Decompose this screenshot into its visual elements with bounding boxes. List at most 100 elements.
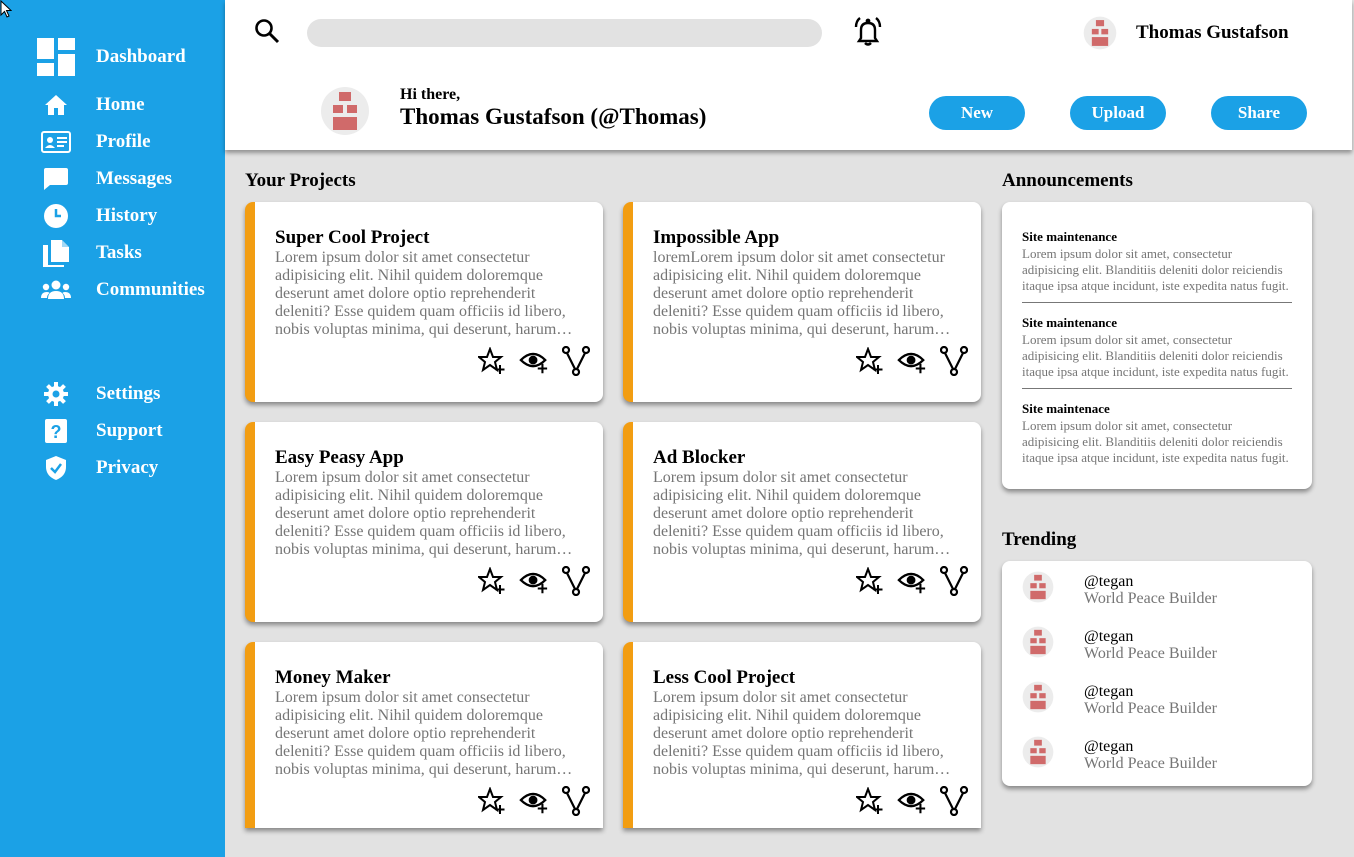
project-card[interactable]: Ad Blocker Lorem ipsum dolor sit amet con… <box>623 422 981 622</box>
sidebar-item-label: Dashboard <box>96 46 186 67</box>
avatar[interactable] <box>1083 16 1117 50</box>
new-button[interactable]: New <box>929 96 1025 130</box>
share-button[interactable]: Share <box>1211 96 1307 130</box>
eye-plus-icon[interactable] <box>897 566 927 596</box>
star-plus-icon[interactable] <box>477 566 507 596</box>
help-icon: ? <box>40 416 72 446</box>
sidebar-item-label: Communities <box>96 279 205 300</box>
header-username[interactable]: Thomas Gustafson <box>1136 22 1289 44</box>
fork-icon[interactable] <box>939 566 969 596</box>
divider <box>1022 302 1292 303</box>
project-title[interactable]: Money Maker <box>275 667 391 689</box>
project-description: Lorem ipsum dolor sit amet consectetur a… <box>653 469 944 558</box>
sidebar-item-communities[interactable]: Communities <box>0 275 225 305</box>
sidebar-item-profile[interactable]: Profile <box>0 127 225 157</box>
eye-plus-icon[interactable] <box>519 346 549 376</box>
bell-ringing-icon[interactable] <box>851 15 885 49</box>
star-plus-icon[interactable] <box>855 566 885 596</box>
trending-item[interactable]: @tegan World Peace Builder <box>1002 673 1312 723</box>
sidebar-item-label: Support <box>96 420 163 441</box>
announcement-item[interactable]: Site maintenance Lorem ipsum dolor sit a… <box>1022 315 1292 380</box>
project-title[interactable]: Super Cool Project <box>275 227 429 249</box>
eye-plus-icon[interactable] <box>897 786 927 816</box>
sidebar-item-home[interactable]: Home <box>0 90 225 120</box>
trending-item[interactable]: @tegan World Peace Builder <box>1002 563 1312 613</box>
announcements-panel: Site maintenance Lorem ipsum dolor sit a… <box>1002 202 1312 489</box>
project-description: Lorem ipsum dolor sit amet consectetur a… <box>275 469 566 558</box>
search-input[interactable] <box>307 19 822 47</box>
sidebar-item-support[interactable]: ? Support <box>0 416 225 446</box>
upload-button[interactable]: Upload <box>1070 96 1166 130</box>
search-icon[interactable] <box>253 17 281 45</box>
sidebar: Dashboard Home Profile Messages History … <box>0 0 225 857</box>
project-card[interactable]: Super Cool Project Lorem ipsum dolor sit … <box>245 202 603 402</box>
project-description: Lorem ipsum dolor sit amet consectetur a… <box>275 689 566 778</box>
user-fullname: Thomas Gustafson (@Thomas) <box>400 104 707 129</box>
project-card[interactable]: Impossible App loremLorem ipsum dolor sit… <box>623 202 981 402</box>
sidebar-item-privacy[interactable]: Privacy <box>0 453 225 483</box>
project-actions <box>855 786 969 816</box>
fork-icon[interactable] <box>561 566 591 596</box>
project-actions <box>477 786 591 816</box>
clock-icon <box>40 201 72 231</box>
divider <box>1022 388 1292 389</box>
svg-text:?: ? <box>51 422 62 442</box>
announcement-item[interactable]: Site maintenace Lorem ipsum dolor sit am… <box>1022 401 1292 466</box>
trending-role: World Peace Builder <box>1084 590 1217 607</box>
header: Thomas Gustafson Hi there, Thomas Gustaf… <box>225 0 1352 150</box>
documents-icon <box>40 238 72 268</box>
sidebar-item-tasks[interactable]: Tasks <box>0 238 225 268</box>
sidebar-item-dashboard[interactable]: Dashboard <box>0 36 225 78</box>
sidebar-item-label: Settings <box>96 383 161 404</box>
fork-icon[interactable] <box>939 786 969 816</box>
star-plus-icon[interactable] <box>855 346 885 376</box>
trending-heading: Trending <box>1002 529 1077 550</box>
trending-handle: @tegan <box>1084 738 1134 755</box>
project-actions <box>855 346 969 376</box>
announcement-title: Site maintenance <box>1022 315 1117 330</box>
project-title[interactable]: Less Cool Project <box>653 667 795 689</box>
announcement-text: Lorem ipsum dolor sit amet, consectetur … <box>1022 332 1289 379</box>
chat-bubble-icon <box>40 164 72 194</box>
sidebar-item-settings[interactable]: Settings <box>0 379 225 409</box>
greeting: Hi there, <box>400 86 461 103</box>
project-card[interactable]: Easy Peasy App Lorem ipsum dolor sit amet… <box>245 422 603 622</box>
avatar <box>1022 736 1054 768</box>
project-card[interactable]: Money Maker Lorem ipsum dolor sit amet co… <box>245 642 603 828</box>
trending-item[interactable]: @tegan World Peace Builder <box>1002 618 1312 668</box>
home-icon <box>40 90 72 120</box>
sidebar-item-messages[interactable]: Messages <box>0 164 225 194</box>
sidebar-item-label: Home <box>96 94 145 115</box>
project-actions <box>855 566 969 596</box>
project-actions <box>477 346 591 376</box>
announcement-text: Lorem ipsum dolor sit amet, consectetur … <box>1022 246 1289 293</box>
project-description: loremLorem ipsum dolor sit amet consecte… <box>653 249 945 338</box>
star-plus-icon[interactable] <box>477 786 507 816</box>
project-card[interactable]: Less Cool Project Lorem ipsum dolor sit a… <box>623 642 981 828</box>
fork-icon[interactable] <box>939 346 969 376</box>
avatar <box>1022 626 1054 658</box>
trending-role: World Peace Builder <box>1084 645 1217 662</box>
star-plus-icon[interactable] <box>477 346 507 376</box>
eye-plus-icon[interactable] <box>519 786 549 816</box>
fork-icon[interactable] <box>561 786 591 816</box>
sidebar-item-label: Tasks <box>96 242 142 263</box>
project-title[interactable]: Ad Blocker <box>653 447 745 469</box>
trending-item[interactable]: @tegan World Peace Builder <box>1002 728 1312 778</box>
project-title[interactable]: Impossible App <box>653 227 779 249</box>
star-plus-icon[interactable] <box>855 786 885 816</box>
trending-handle: @tegan <box>1084 628 1134 645</box>
profile-avatar <box>320 86 370 136</box>
fork-icon[interactable] <box>561 346 591 376</box>
sidebar-item-label: Profile <box>96 131 151 152</box>
gear-icon <box>40 379 72 409</box>
people-icon <box>40 275 72 305</box>
projects-heading: Your Projects <box>245 170 356 191</box>
eye-plus-icon[interactable] <box>519 566 549 596</box>
announcement-title: Site maintenace <box>1022 401 1110 416</box>
eye-plus-icon[interactable] <box>897 346 927 376</box>
project-title[interactable]: Easy Peasy App <box>275 447 404 469</box>
sidebar-item-history[interactable]: History <box>0 201 225 231</box>
project-actions <box>477 566 591 596</box>
announcement-item[interactable]: Site maintenance Lorem ipsum dolor sit a… <box>1022 229 1292 294</box>
